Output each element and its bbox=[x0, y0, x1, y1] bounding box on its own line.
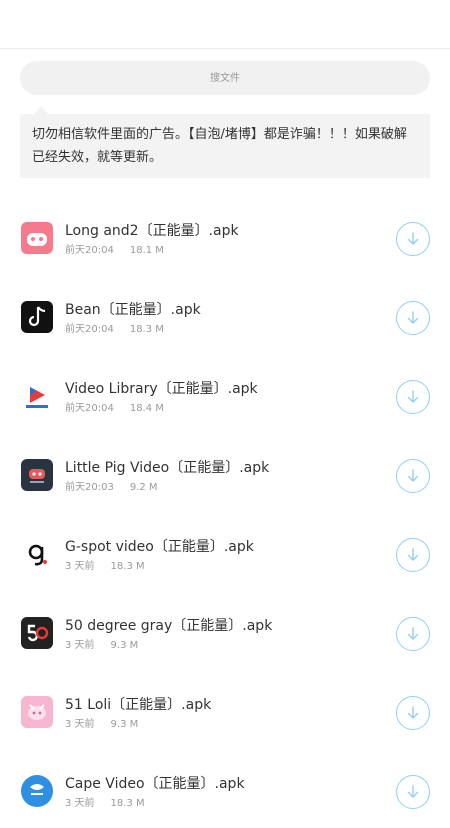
download-button[interactable] bbox=[396, 617, 430, 651]
download-arrow-icon bbox=[407, 785, 419, 798]
file-name: Little Pig Video〔正能量〕.apk bbox=[65, 460, 270, 476]
list-item[interactable]: Cape Video〔正能量〕.apk 3 天前 18.3 M bbox=[0, 749, 450, 828]
download-arrow-icon bbox=[407, 627, 419, 640]
file-meta: 3 天前 18.3 M bbox=[65, 794, 145, 809]
download-arrow-icon bbox=[407, 706, 419, 719]
little-pig-video-app-icon bbox=[21, 459, 53, 491]
g-spot-video-app-icon bbox=[21, 538, 53, 570]
file-name: Video Library〔正能量〕.apk bbox=[65, 381, 258, 397]
list-item[interactable]: G-spot video〔正能量〕.apk 3 天前 18.3 M bbox=[0, 512, 450, 591]
download-arrow-icon bbox=[407, 469, 419, 482]
download-button[interactable] bbox=[396, 301, 430, 335]
file-name: G-spot video〔正能量〕.apk bbox=[65, 539, 254, 555]
download-arrow-icon bbox=[407, 232, 419, 245]
fifty-degree-gray-app-icon bbox=[21, 617, 53, 649]
file-size: 18.3 M bbox=[110, 561, 145, 572]
download-button[interactable] bbox=[396, 696, 430, 730]
long-and2-app-icon bbox=[21, 222, 53, 254]
list-item[interactable]: 50 degree gray〔正能量〕.apk 3 天前 9.3 M bbox=[0, 591, 450, 670]
file-meta: 3 天前 18.3 M bbox=[65, 557, 145, 572]
cape-video-app-icon bbox=[21, 775, 53, 807]
file-meta: 3 天前 9.3 M bbox=[65, 715, 138, 730]
list-item[interactable]: Bean〔正能量〕.apk 前天20:04 18.3 M bbox=[0, 275, 450, 354]
file-meta: 前天20:04 18.1 M bbox=[65, 241, 164, 256]
file-name: 51 Loli〔正能量〕.apk bbox=[65, 697, 212, 713]
top-bar bbox=[0, 0, 450, 49]
file-size: 18.3 M bbox=[129, 324, 164, 335]
file-size: 18.1 M bbox=[129, 245, 164, 256]
file-meta: 前天20:03 9.2 M bbox=[65, 478, 158, 493]
file-time: 前天20:03 bbox=[65, 482, 114, 493]
bean-app-icon bbox=[21, 301, 53, 333]
file-time: 前天20:04 bbox=[65, 403, 114, 414]
file-list: Long and2〔正能量〕.apk 前天20:04 18.1 M Bean〔正能… bbox=[0, 196, 450, 828]
file-name: Long and2〔正能量〕.apk bbox=[65, 223, 239, 239]
file-meta: 3 天前 9.3 M bbox=[65, 636, 138, 651]
list-item[interactable]: Video Library〔正能量〕.apk 前天20:04 18.4 M bbox=[0, 354, 450, 433]
download-button[interactable] bbox=[396, 380, 430, 414]
file-time: 前天20:04 bbox=[65, 245, 114, 256]
file-time: 3 天前 bbox=[65, 640, 95, 651]
download-button[interactable] bbox=[396, 459, 430, 493]
file-size: 9.2 M bbox=[129, 482, 158, 493]
download-button[interactable] bbox=[396, 775, 430, 809]
list-item[interactable]: Long and2〔正能量〕.apk 前天20:04 18.1 M bbox=[0, 196, 450, 275]
download-arrow-icon bbox=[407, 390, 419, 403]
fifty-one-loli-app-icon bbox=[21, 696, 53, 728]
file-name: Bean〔正能量〕.apk bbox=[65, 302, 201, 318]
file-time: 前天20:04 bbox=[65, 324, 114, 335]
notice-banner: 切勿相信软件里面的广告。【自泡/堵博】都是诈骗！！！如果破解已经失效，就等更新。 bbox=[20, 114, 430, 178]
file-name: Cape Video〔正能量〕.apk bbox=[65, 776, 245, 792]
download-arrow-icon bbox=[407, 311, 419, 324]
file-size: 18.4 M bbox=[129, 403, 164, 414]
file-name: 50 degree gray〔正能量〕.apk bbox=[65, 618, 273, 634]
download-button[interactable] bbox=[396, 222, 430, 256]
download-button[interactable] bbox=[396, 538, 430, 572]
download-arrow-icon bbox=[407, 548, 419, 561]
file-time: 3 天前 bbox=[65, 561, 95, 572]
video-library-app-icon bbox=[21, 380, 53, 412]
file-meta: 前天20:04 18.3 M bbox=[65, 320, 164, 335]
list-item[interactable]: 51 Loli〔正能量〕.apk 3 天前 9.3 M bbox=[0, 670, 450, 749]
file-size: 9.3 M bbox=[110, 640, 139, 651]
file-size: 9.3 M bbox=[110, 719, 139, 730]
file-meta: 前天20:04 18.4 M bbox=[65, 399, 164, 414]
list-item[interactable]: Little Pig Video〔正能量〕.apk 前天20:03 9.2 M bbox=[0, 433, 450, 512]
notice-pointer bbox=[34, 106, 48, 114]
search-input[interactable] bbox=[20, 61, 430, 95]
file-time: 3 天前 bbox=[65, 719, 95, 730]
